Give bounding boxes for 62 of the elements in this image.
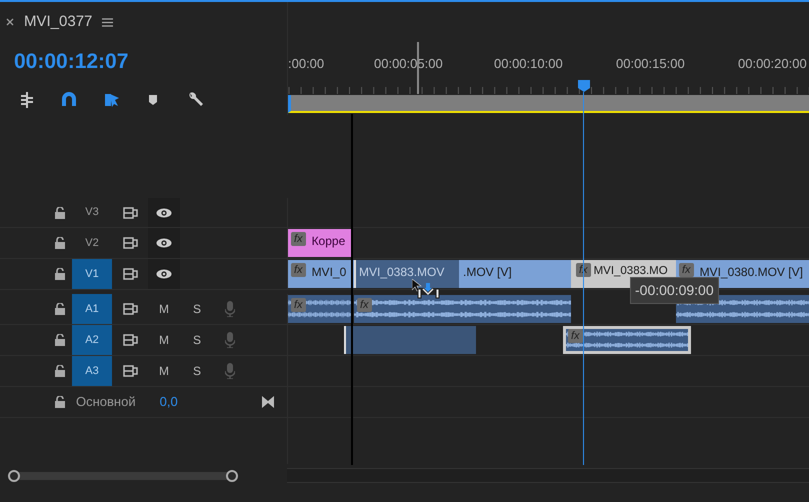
close-icon[interactable] (6, 18, 14, 26)
lock-icon[interactable] (55, 396, 65, 408)
sync-lock-icon[interactable] (122, 206, 138, 218)
mute-button[interactable]: M (148, 356, 180, 386)
mute-button[interactable]: M (148, 325, 180, 355)
video-clip[interactable]: fx MVI_0 (288, 260, 352, 288)
eye-icon[interactable] (156, 208, 172, 218)
sequence-title[interactable]: MVI_0377 (24, 10, 92, 34)
lock-icon[interactable] (55, 237, 65, 249)
track-target-button[interactable]: V1 (72, 259, 112, 289)
work-area-bar[interactable] (288, 95, 809, 113)
track-target-button[interactable]: A1 (72, 294, 112, 324)
lock-icon[interactable] (55, 268, 65, 280)
fx-badge: fx (679, 263, 694, 277)
sync-lock-icon[interactable] (122, 237, 138, 249)
mute-button[interactable]: M (148, 294, 180, 324)
solo-button[interactable]: S (180, 325, 214, 355)
dragged-audio-clip[interactable] (344, 326, 476, 354)
track-target-button[interactable]: V2 (72, 228, 112, 258)
master-volume-value[interactable]: 0,0 (160, 392, 178, 412)
ruler-label: :00:00 (288, 55, 324, 73)
adjustment-clip[interactable]: fx Корре (288, 229, 352, 257)
lock-icon[interactable] (55, 365, 65, 377)
zoom-scrollbar[interactable] (8, 468, 240, 482)
lock-icon[interactable] (55, 303, 65, 315)
menu-icon[interactable] (102, 18, 114, 26)
fx-badge: fx (291, 232, 306, 246)
eye-icon[interactable] (156, 238, 172, 248)
timecode[interactable]: 00:00:12:07 (0, 46, 128, 78)
clip-label: MVI_0383.MO (594, 264, 668, 279)
clip-label: Корре (312, 233, 346, 250)
sync-lock-icon[interactable] (122, 303, 138, 315)
fx-badge: fx (291, 298, 306, 312)
magnet-icon[interactable] (60, 90, 78, 108)
sync-lock-icon[interactable] (122, 334, 138, 346)
clip-label: MVI_0 (312, 264, 346, 281)
track-target-button[interactable]: V3 (72, 198, 112, 227)
track-target-button[interactable]: A3 (72, 356, 112, 386)
master-track-name: Основной (76, 393, 136, 412)
bowtie-icon[interactable] (262, 396, 274, 408)
sync-lock-icon[interactable] (122, 268, 138, 280)
solo-button[interactable]: S (180, 294, 214, 324)
fx-badge: fx (291, 263, 306, 277)
lock-icon[interactable] (55, 206, 65, 218)
clip-label: MVI_0383.MOV (359, 264, 444, 281)
eye-icon[interactable] (156, 269, 172, 279)
solo-button[interactable]: S (180, 356, 214, 386)
clip-label: .MOV [V] (463, 264, 512, 281)
time-offset-tooltip: -00:00:09:00 (630, 277, 719, 304)
ruler-label: 00:00:15:00 (616, 55, 685, 73)
lock-icon[interactable] (55, 334, 65, 346)
ruler-label: 00:00:10:00 (494, 55, 563, 73)
playhead-marker[interactable] (578, 80, 590, 92)
track-target-button[interactable]: A2 (72, 325, 112, 355)
hover-time-line (417, 42, 419, 94)
ruler-label: 00:00:20:00 (738, 55, 807, 73)
sync-lock-icon[interactable] (122, 365, 138, 377)
fx-badge: fx (568, 329, 583, 343)
insert-cursor-drawing (412, 279, 442, 299)
dragged-clip[interactable]: MVI_0383.MOV (354, 260, 459, 288)
insert-tool-icon[interactable] (18, 90, 36, 108)
fx-badge: fx (357, 298, 372, 312)
